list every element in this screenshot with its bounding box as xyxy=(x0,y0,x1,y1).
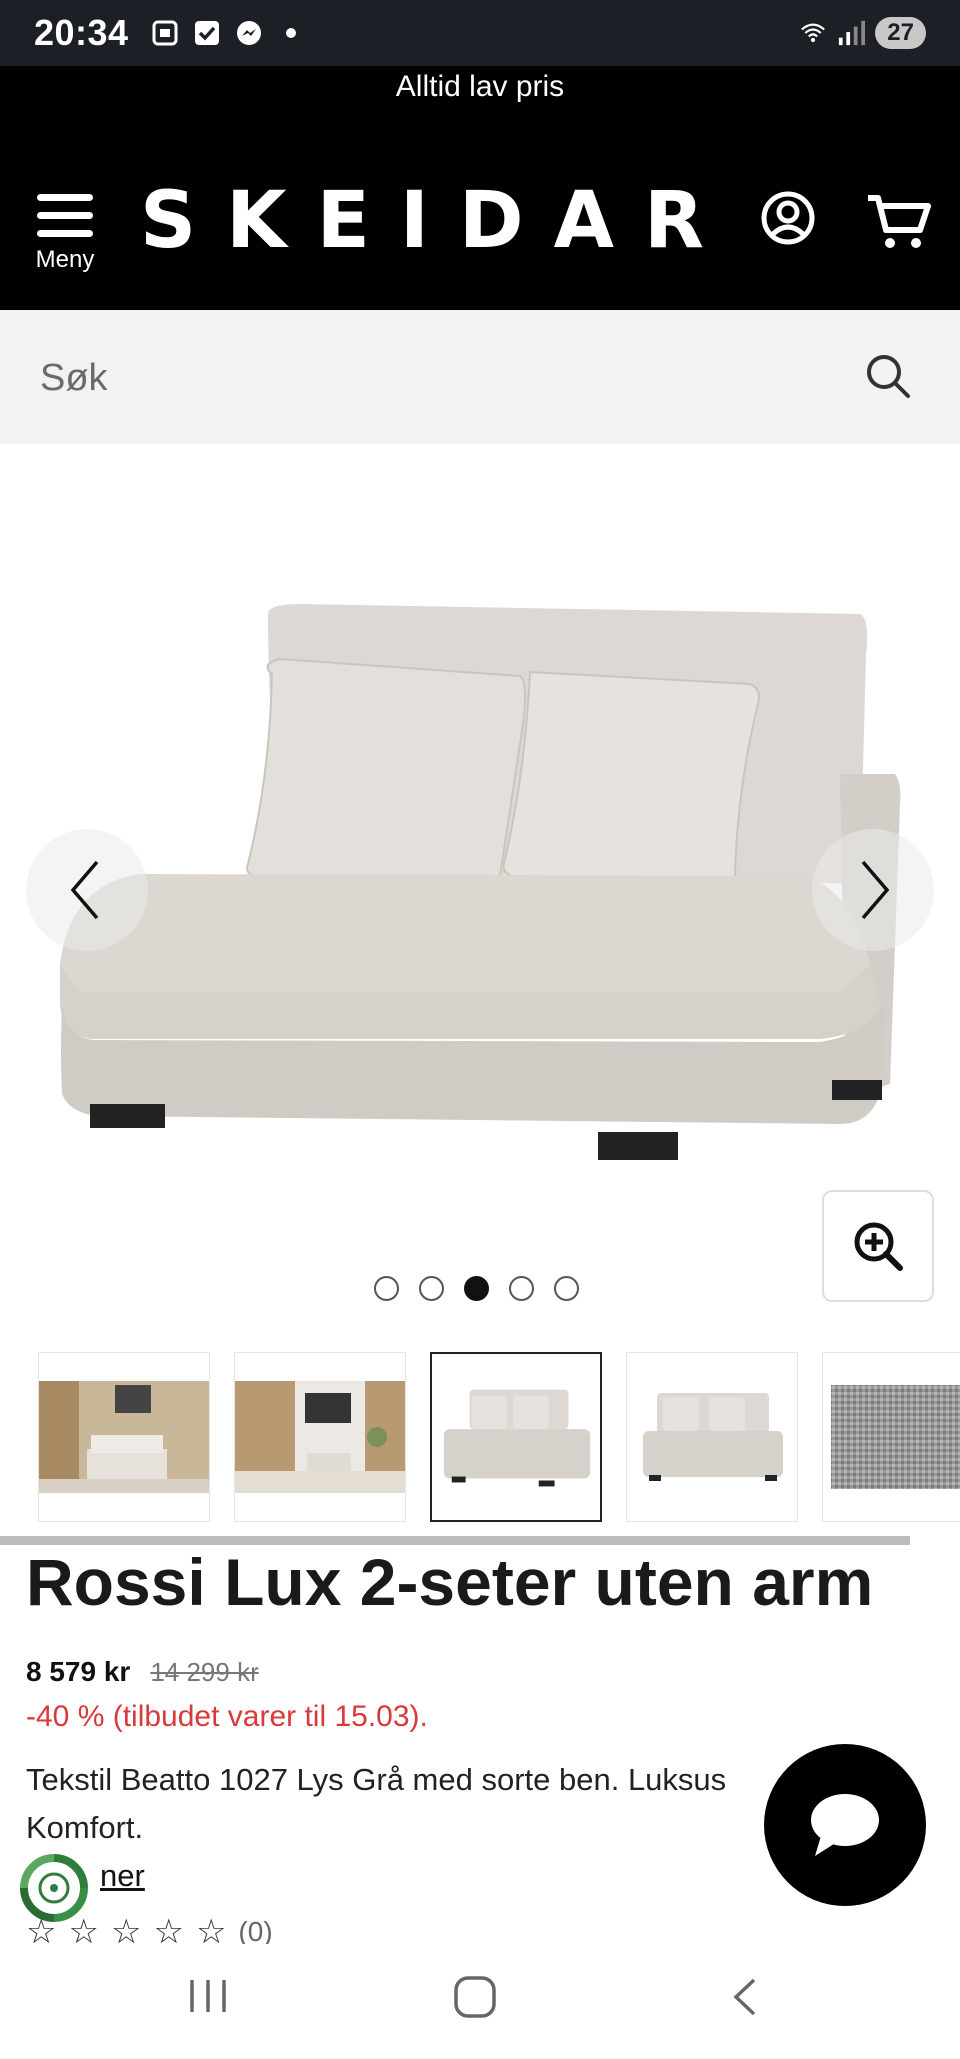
chat-button[interactable] xyxy=(764,1744,926,1906)
discount-text: -40 % (tilbudet varer til 15.03). xyxy=(26,1700,428,1733)
gallery-dot[interactable] xyxy=(509,1276,534,1301)
chat-bubble-icon xyxy=(811,1794,879,1856)
zoom-button[interactable] xyxy=(822,1190,934,1302)
screenshot-icon xyxy=(151,19,179,47)
product-link[interactable]: ner xyxy=(100,1858,145,1894)
thumbnail-room-scene-1[interactable] xyxy=(38,1352,210,1522)
chevron-right-icon xyxy=(861,860,890,920)
checkbox-icon xyxy=(193,19,221,47)
search-bar xyxy=(0,310,960,444)
eco-badge-icon[interactable] xyxy=(18,1852,90,1924)
site-logo[interactable]: SKEIDAR xyxy=(140,176,734,266)
chevron-left-icon xyxy=(70,860,99,920)
gallery-dot[interactable] xyxy=(419,1276,444,1301)
search-input[interactable] xyxy=(40,348,840,408)
current-price: 8 579 kr xyxy=(26,1656,131,1687)
account-icon[interactable] xyxy=(760,190,816,251)
thumbnail-sofa-angle[interactable] xyxy=(626,1352,798,1522)
status-bar: 20:34 27 xyxy=(0,0,960,66)
recent-apps-icon[interactable] xyxy=(186,1974,230,2023)
product-gallery xyxy=(0,444,960,1324)
price-row: 8 579 kr 14 299 kr xyxy=(26,1656,259,1688)
thumbnail-fabric-swatch[interactable] xyxy=(822,1352,960,1522)
dot-icon xyxy=(277,19,305,47)
gallery-next-button[interactable] xyxy=(812,829,934,951)
wifi-icon xyxy=(799,19,827,47)
menu-button[interactable]: Meny xyxy=(30,194,100,274)
cart-icon[interactable] xyxy=(866,192,932,257)
battery-indicator: 27 xyxy=(875,17,926,49)
status-right: 27 xyxy=(799,17,926,49)
status-icons xyxy=(151,19,305,47)
zoom-in-icon xyxy=(854,1222,903,1271)
search-icon[interactable] xyxy=(864,352,912,405)
thumbnail-room-scene-2[interactable] xyxy=(234,1352,406,1522)
back-icon[interactable] xyxy=(726,1974,766,2025)
gallery-prev-button[interactable] xyxy=(26,829,148,951)
promo-banner: Alltid lav pris xyxy=(395,70,565,103)
gallery-dots xyxy=(374,1276,579,1301)
gallery-dot[interactable] xyxy=(554,1276,579,1301)
home-icon[interactable] xyxy=(452,1974,498,2025)
status-time: 20:34 xyxy=(34,12,129,53)
site-header: Alltid lav pris Meny SKEIDAR xyxy=(0,66,960,310)
thumbnail-strip xyxy=(38,1352,960,1522)
gallery-dot-active[interactable] xyxy=(464,1276,489,1301)
messenger-icon xyxy=(235,19,263,47)
signal-icon xyxy=(837,19,866,47)
gallery-dot[interactable] xyxy=(374,1276,399,1301)
thumbnail-sofa-front[interactable] xyxy=(430,1352,602,1522)
product-title: Rossi Lux 2-seter uten arm xyxy=(26,1545,874,1619)
original-price: 14 299 kr xyxy=(150,1657,259,1687)
hamburger-icon xyxy=(30,194,100,237)
system-nav-bar xyxy=(0,1944,960,2059)
product-description: Tekstil Beatto 1027 Lys Grå med sorte be… xyxy=(26,1762,727,1845)
menu-label: Meny xyxy=(35,246,95,273)
